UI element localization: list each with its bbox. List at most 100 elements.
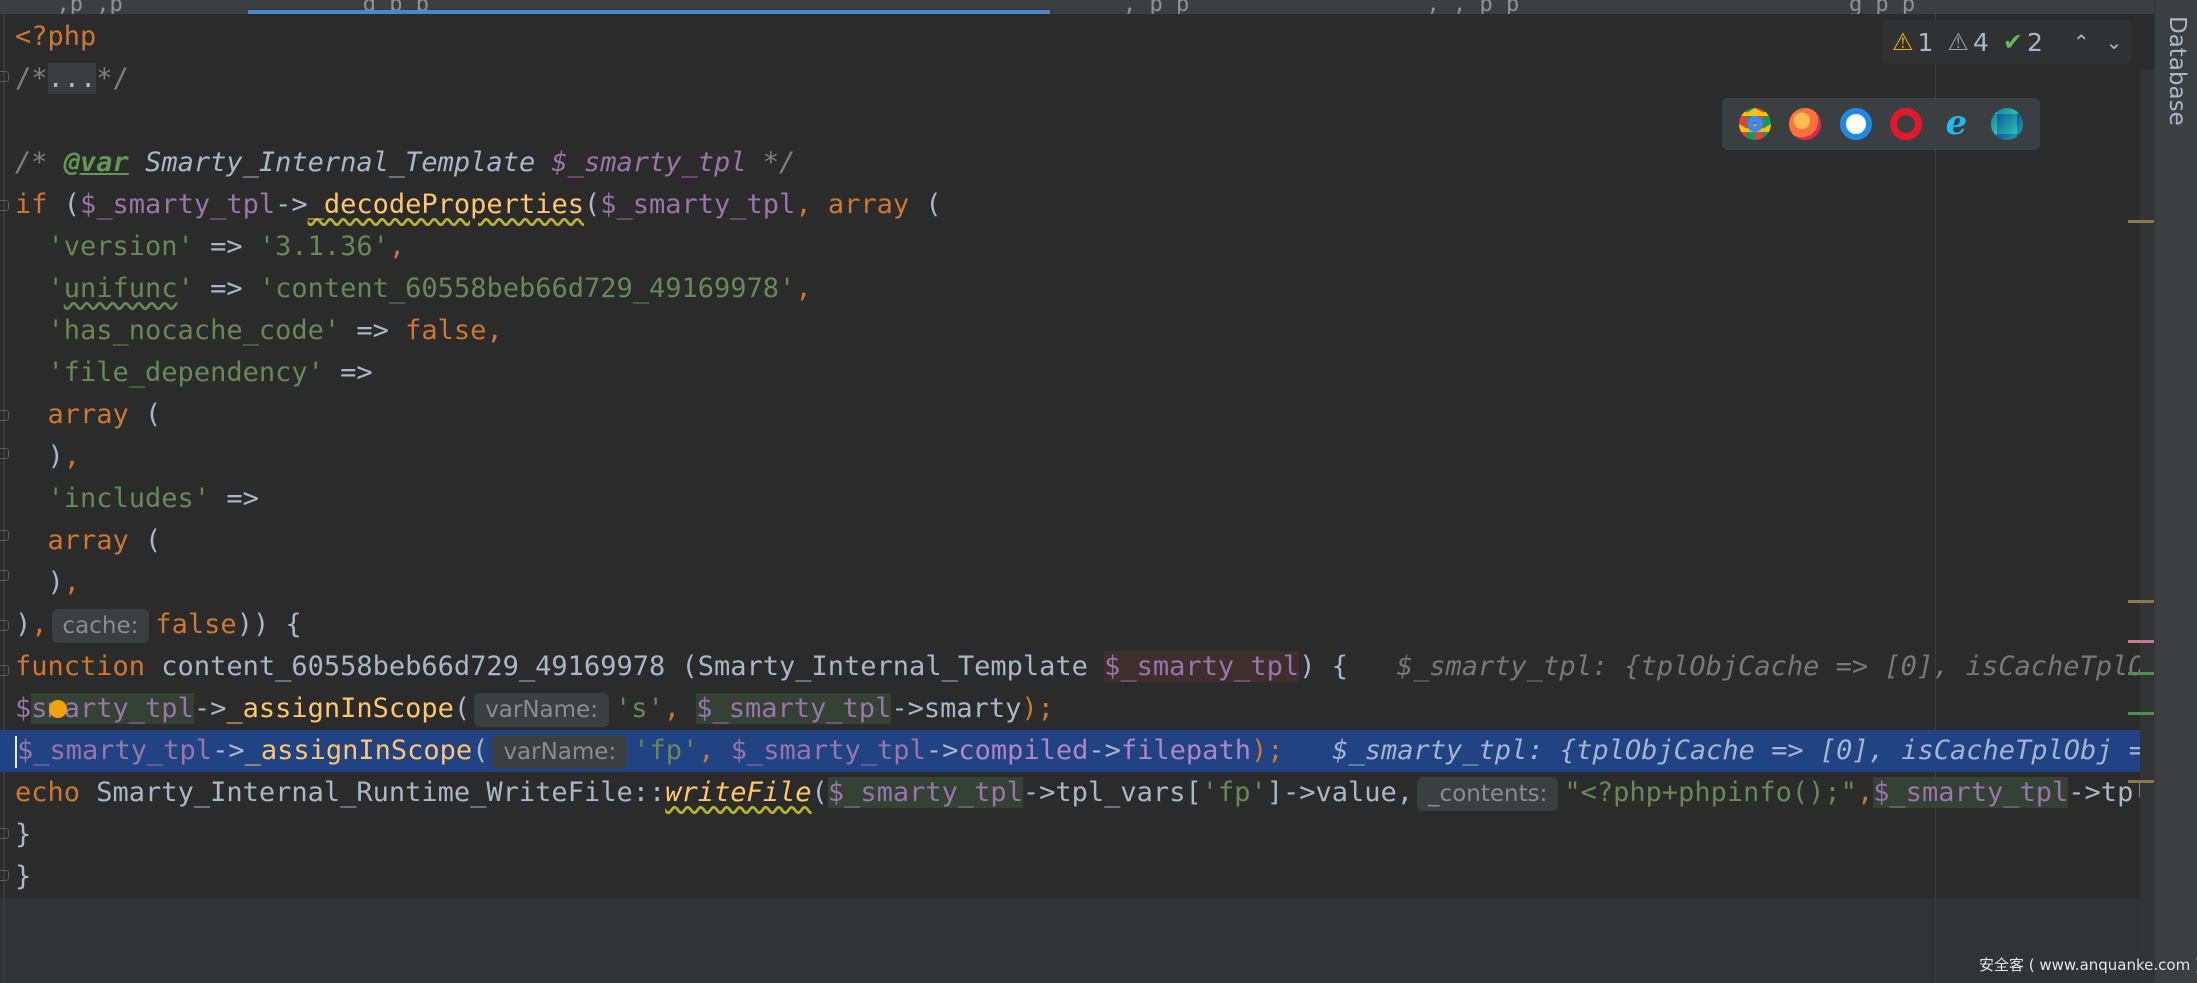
string: 'file_dependency' — [47, 357, 324, 388]
code-line-12[interactable]: 'includes' => — [15, 478, 259, 520]
weak-warning-count[interactable]: ⚠ 4 — [1947, 28, 1988, 57]
code-line-11[interactable]: ), — [15, 436, 81, 478]
comma: , — [388, 231, 406, 262]
fold-marker[interactable] — [0, 200, 9, 211]
code-line-14[interactable]: ), — [15, 562, 81, 604]
code-line-15[interactable]: ), cache: false)) { — [15, 604, 302, 646]
intention-bulb-icon[interactable] — [49, 700, 67, 718]
firefox-icon[interactable] — [1789, 108, 1822, 140]
tab-fragment[interactable]: _ _ , p p — [1070, 0, 1189, 14]
code-line-5[interactable]: if ($_smarty_tpl->_decodeProperties($_sm… — [15, 184, 942, 226]
fold-marker[interactable] — [0, 870, 9, 881]
keyword: if — [15, 189, 48, 220]
error-count[interactable]: ⚠ 1 — [1892, 28, 1933, 57]
code-line-1[interactable]: <?php — [15, 16, 96, 58]
code-line-13[interactable]: array ( — [15, 520, 162, 562]
string: 'includes' — [47, 483, 211, 514]
parameter-hint: varName: — [474, 692, 609, 727]
opera-icon[interactable] — [1890, 108, 1923, 140]
right-tool-window-bar[interactable]: Database — [2154, 0, 2197, 983]
variable: $_smarty_tpl — [827, 777, 1023, 808]
folded-comment[interactable]: ... — [47, 63, 97, 94]
chevron-up-icon[interactable]: ⌃ — [2073, 30, 2090, 54]
inline-debug-value[interactable]: $_smarty_tpl: {tplObjCache => [0], isCac… — [1332, 735, 2194, 766]
variable: $ — [15, 693, 32, 724]
fold-marker[interactable] — [0, 828, 9, 839]
keyword: array — [47, 525, 129, 556]
tab-fragment[interactable]: _ _ _ __ _ _g p p — [1690, 0, 1915, 14]
doc-comment-start: /* — [15, 147, 64, 178]
code-line-10[interactable]: array ( — [15, 394, 162, 436]
operator: => — [323, 357, 373, 388]
property: filepath — [1120, 735, 1251, 766]
variable: $_smarty_tpl — [17, 735, 213, 766]
code-line-20[interactable]: } — [15, 814, 31, 856]
fold-marker[interactable] — [0, 410, 9, 421]
error-count-value: 1 — [1917, 27, 1934, 57]
database-tool-window-button[interactable]: Database — [2164, 16, 2190, 126]
safari-icon[interactable] — [1839, 108, 1872, 140]
fold-marker[interactable] — [0, 620, 9, 631]
variable: $_smarty_tpl — [600, 189, 796, 220]
editor-empty-area[interactable] — [0, 898, 2154, 983]
fold-marker[interactable] — [0, 71, 9, 82]
ie-icon[interactable]: e — [1940, 106, 1972, 140]
chevron-down-icon[interactable]: ⌄ — [2106, 30, 2123, 54]
variable: $_smarty_tpl — [80, 189, 276, 220]
typo-count[interactable]: ✔ 2 — [2003, 28, 2043, 57]
parameter: $_smarty_tpl — [1104, 651, 1300, 682]
inline-debug-value[interactable]: $_smarty_tpl: {tplObjCache => [0], isCac… — [1397, 651, 2197, 682]
parameter-hint: _contents: — [1417, 776, 1559, 811]
code-line-21[interactable]: } — [15, 856, 31, 898]
chrome-icon[interactable] — [1739, 108, 1772, 140]
code-line-8[interactable]: 'has_nocache_code' => false, — [15, 310, 503, 352]
tab-fragment[interactable]: _ , , p p — [1400, 0, 1519, 14]
param-type: (Smarty_Internal_Template — [681, 651, 1105, 682]
tab-fragment[interactable]: _ ,p ,p — [30, 0, 123, 14]
weak-warning-icon: ⚠ — [1947, 28, 1969, 56]
browser-popup[interactable]: e — [1722, 98, 2040, 150]
variable: $_smarty_tpl — [730, 735, 926, 766]
fold-marker[interactable] — [0, 530, 9, 541]
check-icon: ✔ — [2002, 28, 2023, 56]
comment-open: /* — [15, 63, 48, 94]
operator: => — [193, 273, 259, 304]
code-line-9[interactable]: 'file_dependency' => — [15, 352, 373, 394]
error-stripe-mark[interactable] — [2128, 780, 2156, 783]
code-line-18-current[interactable]: $_smarty_tpl->_assignInScope(varName:'fp… — [0, 730, 2194, 772]
punct: ->tpl_vars[ — [1022, 777, 1202, 808]
editor-tab-bar[interactable]: _ ,p ,p _ __ __g p p _ _ , p p _ , , p p… — [0, 0, 2154, 15]
string: 'content_60558beb66d729_49169978' — [258, 273, 796, 304]
error-stripe-mark[interactable] — [2128, 640, 2156, 643]
arrow: -> — [925, 735, 959, 766]
string: 'version' — [47, 231, 194, 262]
code-line-6[interactable]: 'version' => '3.1.36', — [15, 226, 406, 268]
code-line-16[interactable]: function content_60558beb66d729_49169978… — [15, 646, 2197, 688]
string: 's' — [614, 693, 664, 724]
punct: ( — [909, 189, 942, 220]
code-line-7[interactable]: 'unifunc' => 'content_60558beb66d729_491… — [15, 268, 812, 310]
comma: , — [486, 315, 503, 346]
operator: => — [210, 483, 259, 514]
code-line-4[interactable]: /* @var Smarty_Internal_Template $_smart… — [15, 142, 795, 184]
error-stripe-mark[interactable] — [2128, 672, 2156, 675]
code-line-19[interactable]: echo Smarty_Internal_Runtime_WriteFile::… — [15, 772, 2197, 814]
variable: $_smarty_tpl — [1873, 777, 2069, 808]
punct: ( — [472, 735, 489, 766]
fold-marker[interactable] — [0, 448, 9, 459]
method-call: _assignInScope — [226, 693, 454, 724]
arrow: -> — [275, 189, 308, 220]
string: ' — [47, 273, 64, 304]
editor-scrollbar[interactable] — [2140, 70, 2154, 983]
fold-marker[interactable] — [0, 570, 9, 581]
edge-icon[interactable] — [1990, 108, 2023, 140]
fold-marker[interactable] — [0, 665, 9, 676]
error-stripe-mark[interactable] — [2128, 220, 2156, 223]
punct: ) — [47, 567, 64, 598]
parameter-hint: cache: — [51, 608, 150, 643]
code-line-17[interactable]: $ smarty_tpl->_assignInScope(varName:'s',… — [15, 688, 1054, 730]
error-stripe-mark[interactable] — [2128, 600, 2156, 603]
code-line-2[interactable]: /*...*/ — [15, 58, 129, 100]
error-stripe-mark[interactable] — [2128, 712, 2156, 715]
inspection-widget[interactable]: ⚠ 1 ⚠ 4 ✔ 2 ⌃ ⌄ — [1882, 20, 2133, 64]
